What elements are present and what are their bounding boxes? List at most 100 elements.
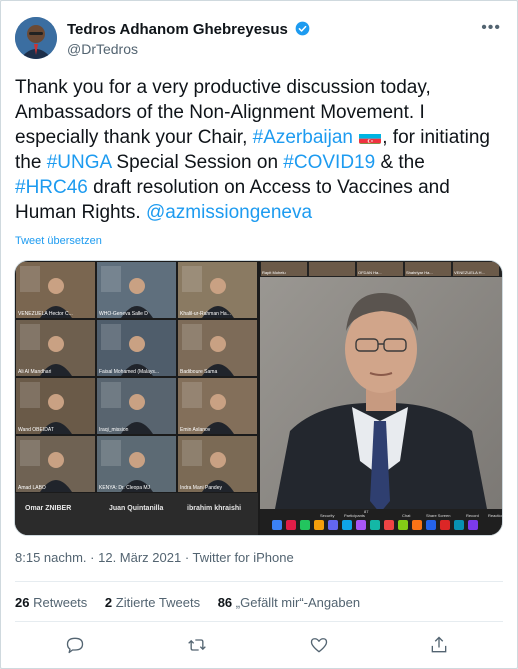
tweet-text-segment: , for initiating — [382, 127, 490, 148]
participant-figure — [101, 382, 153, 434]
participant-name: Indra Mani Pandey — [180, 485, 222, 491]
participant-name: Shahriyar Ha... — [406, 270, 433, 275]
tweet-text-segment: draft resolution on Access to Vaccines a… — [87, 177, 450, 198]
tweet-line: Thank you for a very productive discussi… — [15, 75, 505, 100]
tweet-action-bar — [1, 631, 517, 659]
participant-name: Ali Al Mandhari — [18, 369, 52, 375]
tweet-text-segment: Thank you for a very productive discussi… — [15, 77, 431, 98]
participant-name: WHO-Geneva Salle D — [99, 311, 148, 317]
author-name[interactable]: Tedros Adhanom Ghebreyesus — [67, 21, 288, 38]
author-name-row[interactable]: Tedros Adhanom Ghebreyesus — [67, 21, 310, 38]
tweet-timestamp-row: 8:15 nachm. · 12. März 2021 · Twitter fo… — [15, 550, 294, 565]
divider — [15, 581, 503, 582]
participant-name: Khalil-ur-Rahman Ha... — [180, 311, 231, 317]
quote-tweets-stat[interactable]: 2 Zitierte Tweets — [105, 595, 200, 610]
participant-name: Iraqi_mission — [99, 427, 129, 433]
tweet-line: Human Rights. @azmissiongeneva — [15, 200, 505, 225]
tweet-text-segment: especially thank your Chair, — [15, 127, 253, 148]
tweet-media-image[interactable]: VENEZUELA Hector C... WHO-Geneva Salle D K… — [14, 260, 503, 536]
tweet-line: Ambassadors of the Non-Alignment Movemen… — [15, 100, 505, 125]
retweets-count: 26 — [15, 595, 30, 610]
toolbar-label: Chat — [402, 513, 411, 518]
thumbnail-strip: Rapit Mohelu OFDAN Ha... Shahriyar Ha... VE… — [260, 261, 502, 277]
participant-name: Badiboure Sama — [180, 369, 218, 375]
strip-thumbnail: Rapit Mohelu — [261, 262, 307, 276]
strip-thumbnail: Shahriyar Ha... — [405, 262, 451, 276]
participant-name: Faisal Mohamed (Malays... — [99, 369, 160, 375]
tweet-text-segment: Ambassadors of the Non-Alignment Movemen… — [15, 102, 425, 123]
participant-figure — [20, 266, 72, 318]
participant-figure — [182, 266, 234, 318]
participant-video-tile: Amad LABO — [16, 436, 95, 492]
tweet-time[interactable]: 8:15 nachm. — [15, 550, 87, 565]
meta-separator: · — [181, 550, 193, 565]
engagement-stats: 26 Retweets 2 Zitierte Tweets 86 „Gefäll… — [15, 595, 374, 610]
tweet-text-segment: Human Rights. — [15, 202, 146, 223]
participant-video-tile: Ali Al Mandhari — [16, 320, 95, 376]
participant-video-tile: Iraqi_mission — [97, 378, 176, 434]
participant-name: KENYA: Dr. Cleopa MJ — [99, 485, 151, 491]
participant-video-tile: WHO-Geneva Salle D — [97, 262, 176, 318]
tweet-text-segment: Special Session on — [111, 152, 284, 173]
strip-thumbnail: VENEZUELA H... — [453, 262, 499, 276]
tweet-text-segment: & the — [375, 152, 425, 173]
reply-icon[interactable] — [65, 635, 85, 655]
likes-stat[interactable]: 86 „Gefällt mir“-Angaben — [218, 595, 360, 610]
strip-thumbnail — [309, 262, 355, 276]
tweet-text: Thank you for a very productive discussi… — [15, 75, 505, 225]
participant-name: VENEZUELA Hector C... — [18, 311, 73, 317]
participant-video-tile: Khalil-ur-Rahman Ha... — [178, 262, 257, 318]
quote-tweets-label: Zitierte Tweets — [115, 595, 201, 610]
translate-tweet-link[interactable]: Tweet übersetzen — [15, 235, 102, 247]
likes-label: „Gefällt mir“-Angaben — [235, 595, 361, 610]
tweet-date[interactable]: 12. März 2021 — [98, 550, 181, 565]
participant-video-tile: KENYA: Dr. Cleopa MJ — [97, 436, 176, 492]
video-gallery-grid: VENEZUELA Hector C... WHO-Geneva Salle D K… — [15, 261, 258, 493]
speaker-portrait — [260, 261, 502, 535]
participant-video-tile: VENEZUELA Hector C... — [16, 262, 95, 318]
participant-figure — [20, 324, 72, 376]
tweet-line: the #UNGA Special Session on #COVID19 & … — [15, 150, 505, 175]
share-icon[interactable] — [429, 635, 449, 655]
participant-name: ibrahim khraishi — [187, 505, 242, 512]
participant-name: VENEZUELA H... — [454, 270, 485, 275]
participant-video-tile: Emin Aslanov — [178, 378, 257, 434]
hashtag-azerbaijan[interactable]: #Azerbaijan — [253, 127, 353, 148]
participant-figure — [182, 440, 234, 492]
participant-name: Rapit Mohelu — [262, 270, 286, 275]
participant-name: Wand OBEIDAT — [18, 427, 54, 433]
toolbar-label: Reactions — [488, 513, 502, 518]
hashtag-unga[interactable]: #UNGA — [47, 152, 111, 173]
participant-figure — [101, 324, 153, 376]
retweets-stat[interactable]: 26 Retweets — [15, 595, 87, 610]
participant-figure — [101, 440, 153, 492]
retweets-label: Retweets — [33, 595, 88, 610]
heart-icon[interactable] — [309, 635, 329, 655]
meeting-toolbar: Security Participants Chat Share Screen Reco… — [260, 509, 502, 535]
participant-name: OFDAN Ha... — [358, 270, 382, 275]
participant-name: Amad LABO — [18, 485, 46, 491]
participant-video-tile: Badiboure Sama — [178, 320, 257, 376]
participant-video-tile: Wand OBEIDAT — [16, 378, 95, 434]
tweet-text-segment: the — [15, 152, 47, 173]
tweet-card: Tedros Adhanom Ghebreyesus @DrTedros •••… — [0, 0, 518, 669]
gallery-bottom-row: Omar ZNIBER Juan Quintanilla ibrahim khr… — [15, 493, 258, 535]
verified-badge-icon — [295, 21, 310, 36]
participants-count: 87 — [364, 509, 369, 514]
quote-tweets-count: 2 — [104, 595, 113, 610]
retweet-icon[interactable] — [187, 635, 207, 655]
more-options-icon[interactable]: ••• — [481, 19, 501, 37]
tweet-line: #HRC46 draft resolution on Access to Vac… — [15, 175, 505, 200]
participant-figure — [20, 440, 72, 492]
toolbar-label: Record — [466, 513, 479, 518]
participant-name: Emin Aslanov — [180, 427, 211, 433]
mention-azmissiongeneva[interactable]: @azmissiongeneva — [146, 202, 312, 223]
hashtag-covid19[interactable]: #COVID19 — [283, 152, 375, 173]
participant-figure — [20, 382, 72, 434]
avatar[interactable] — [15, 17, 57, 59]
toolbar-label: Participants — [344, 513, 365, 518]
author-handle[interactable]: @DrTedros — [67, 41, 138, 57]
hashtag-hrc46[interactable]: #HRC46 — [15, 177, 88, 198]
participant-video-tile: Indra Mani Pandey — [178, 436, 257, 492]
toolbar-label: Security — [320, 513, 335, 518]
